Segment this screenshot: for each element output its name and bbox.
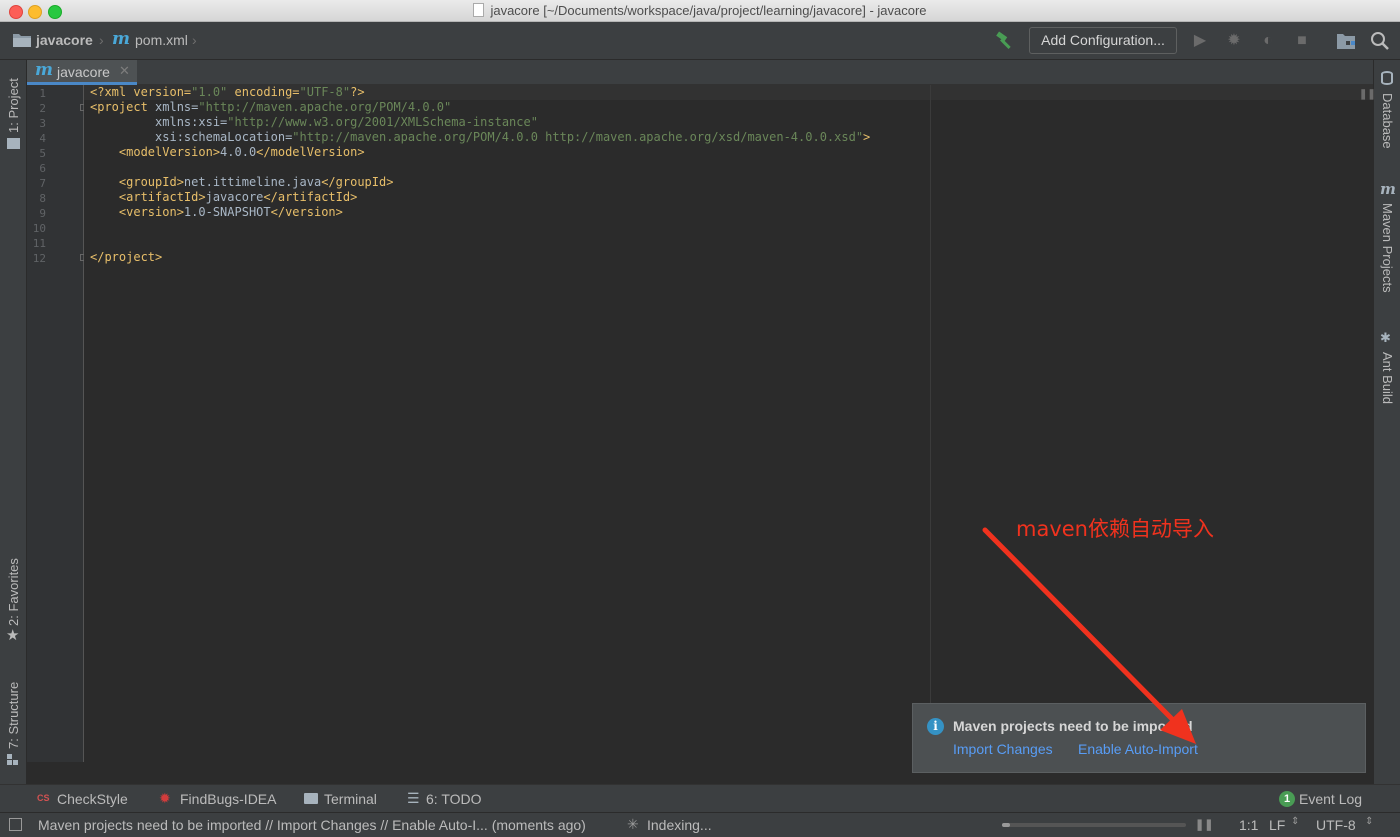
code-line: <version>1.0-SNAPSHOT</version>	[90, 205, 343, 219]
annotation-label: maven依赖自动导入	[1016, 517, 1214, 541]
line-number: 1	[39, 87, 46, 100]
navigation-bar: javacore › m pom.xml › Add Configuration…	[0, 22, 1400, 60]
status-bar: Maven projects need to be imported // Im…	[0, 812, 1400, 837]
tool-window-terminal[interactable]: Terminal	[324, 791, 377, 807]
event-log-count-badge: 1	[1279, 791, 1295, 807]
import-changes-link[interactable]: Import Changes	[953, 741, 1053, 757]
right-tool-strip: Database m Maven Projects ✱ Ant Build	[1373, 60, 1400, 784]
build-hammer-icon[interactable]	[995, 31, 1015, 51]
info-icon: i	[927, 718, 944, 735]
editor-tab-pom[interactable]: m javacore ✕	[27, 60, 137, 85]
tool-window-project[interactable]: 1: Project	[6, 78, 21, 133]
terminal-icon	[304, 793, 318, 804]
folder-icon	[7, 138, 20, 149]
debug-icon[interactable]: ✹	[1224, 31, 1244, 51]
maven-import-notification: i Maven projects need to be imported Imp…	[912, 703, 1366, 773]
line-number: 10	[32, 222, 46, 235]
code-line: <?xml version="1.0" encoding="UTF-8"?>	[90, 85, 365, 99]
indexing-status: Indexing...	[647, 817, 712, 833]
document-icon	[473, 3, 485, 17]
code-editor[interactable]: ❚❚ <?xml version="1.0" encoding="UTF-8"?…	[84, 85, 1376, 762]
tool-window-maven-projects[interactable]: Maven Projects	[1380, 203, 1395, 293]
line-separator[interactable]: LF	[1269, 817, 1285, 833]
maven-icon: m	[1380, 180, 1396, 198]
ant-icon: ✱	[1380, 330, 1391, 345]
close-icon[interactable]: ✕	[119, 63, 130, 79]
project-tool-label: 1: Project	[6, 78, 21, 133]
project-structure-icon[interactable]	[1336, 32, 1356, 50]
right-margin-guide	[930, 85, 931, 762]
star-icon: ★	[6, 627, 20, 644]
updown-icon: ⇕	[1291, 816, 1300, 827]
line-number: 8	[39, 192, 46, 205]
title-bar: javacore [~/Documents/workspace/java/pro…	[0, 0, 1400, 22]
code-line: xmlns:xsi="http://www.w3.org/2001/XMLSch…	[90, 115, 538, 129]
editor-tab-bar: m javacore ✕	[27, 60, 1373, 85]
run-icon[interactable]: ▶	[1190, 31, 1210, 51]
indexing-progress-bar	[1002, 823, 1186, 827]
checkstyle-icon: CS	[37, 793, 50, 803]
pause-icon[interactable]: ❚❚	[1359, 89, 1376, 100]
window-title: javacore [~/Documents/workspace/java/pro…	[490, 3, 927, 18]
enable-auto-import-link[interactable]: Enable Auto-Import	[1078, 741, 1198, 757]
code-line: <project xmlns="http://maven.apache.org/…	[90, 100, 452, 114]
ant-tool-label: Ant Build	[1380, 352, 1395, 405]
favorites-tool-label: 2: Favorites	[6, 558, 21, 626]
breadcrumb-project[interactable]: javacore	[36, 32, 93, 48]
tool-window-findbugs[interactable]: FindBugs-IDEA	[180, 791, 276, 807]
code-line: <artifactId>javacore</artifactId>	[90, 190, 358, 204]
breadcrumb-separator: ›	[192, 32, 197, 48]
file-encoding[interactable]: UTF-8	[1316, 817, 1356, 833]
tool-window-database[interactable]: Database	[1380, 93, 1395, 149]
code-line: </project>	[90, 250, 163, 264]
pause-indexing-icon[interactable]: ❚❚	[1195, 818, 1213, 831]
breadcrumb-file[interactable]: pom.xml	[135, 32, 188, 48]
add-configuration-button[interactable]: Add Configuration...	[1029, 27, 1177, 54]
progress-fill	[1002, 823, 1010, 827]
bottom-tool-bar: CS CheckStyle ✹ FindBugs-IDEA Terminal ☰…	[0, 784, 1400, 812]
todo-list-icon: ☰	[407, 790, 420, 806]
structure-tool-label: 7: Structure	[6, 681, 21, 749]
maven-tool-label: Maven Projects	[1380, 203, 1395, 293]
tool-window-checkstyle[interactable]: CheckStyle	[57, 791, 128, 807]
maven-file-icon: m	[35, 60, 53, 80]
search-icon[interactable]	[1370, 31, 1390, 51]
stop-icon[interactable]: ■	[1292, 31, 1312, 51]
spinner-icon: ✳	[627, 816, 639, 832]
line-number: 9	[39, 207, 46, 220]
project-folder-icon	[13, 34, 31, 47]
notification-title: Maven projects need to be imported	[953, 718, 1193, 734]
tab-label: javacore	[57, 64, 110, 80]
line-number: 5	[39, 147, 46, 160]
maven-file-icon: m	[112, 29, 130, 49]
left-tool-strip: 1: Project 2: Favorites ★ 7: Structure	[0, 60, 27, 784]
caret-position[interactable]: 1:1	[1239, 817, 1258, 833]
database-tool-label: Database	[1380, 93, 1395, 149]
line-number: 11	[32, 237, 46, 250]
line-number-gutter: 1 2 3 4 5 6 7 8 9 10 11 12	[27, 85, 87, 762]
line-number: 3	[39, 117, 46, 130]
line-number: 6	[39, 162, 46, 175]
database-icon	[1381, 71, 1393, 85]
breadcrumb-separator: ›	[99, 32, 104, 48]
tool-window-todo[interactable]: 6: TODO	[426, 791, 482, 807]
line-number: 4	[39, 132, 46, 145]
tool-window-favorites[interactable]: 2: Favorites	[6, 558, 21, 626]
findbugs-icon: ✹	[159, 790, 171, 806]
line-number: 2	[39, 102, 46, 115]
tool-window-event-log[interactable]: Event Log	[1299, 791, 1362, 807]
updown-icon: ⇕	[1365, 816, 1374, 827]
code-line: <modelVersion>4.0.0</modelVersion>	[90, 145, 365, 159]
toggle-tool-windows-icon[interactable]	[9, 818, 22, 831]
structure-icon	[7, 754, 19, 766]
line-number: 7	[39, 177, 46, 190]
code-line: xsi:schemaLocation="http://maven.apache.…	[90, 130, 871, 144]
status-message[interactable]: Maven projects need to be imported // Im…	[38, 817, 586, 833]
line-number: 12	[32, 252, 46, 265]
tool-window-structure[interactable]: 7: Structure	[6, 682, 21, 749]
code-line: <groupId>net.ittimeline.java</groupId>	[90, 175, 394, 189]
run-with-coverage-icon[interactable]: ◐	[1258, 31, 1278, 51]
tool-window-ant-build[interactable]: Ant Build	[1380, 352, 1395, 404]
window-title-container: javacore [~/Documents/workspace/java/pro…	[0, 3, 1400, 18]
